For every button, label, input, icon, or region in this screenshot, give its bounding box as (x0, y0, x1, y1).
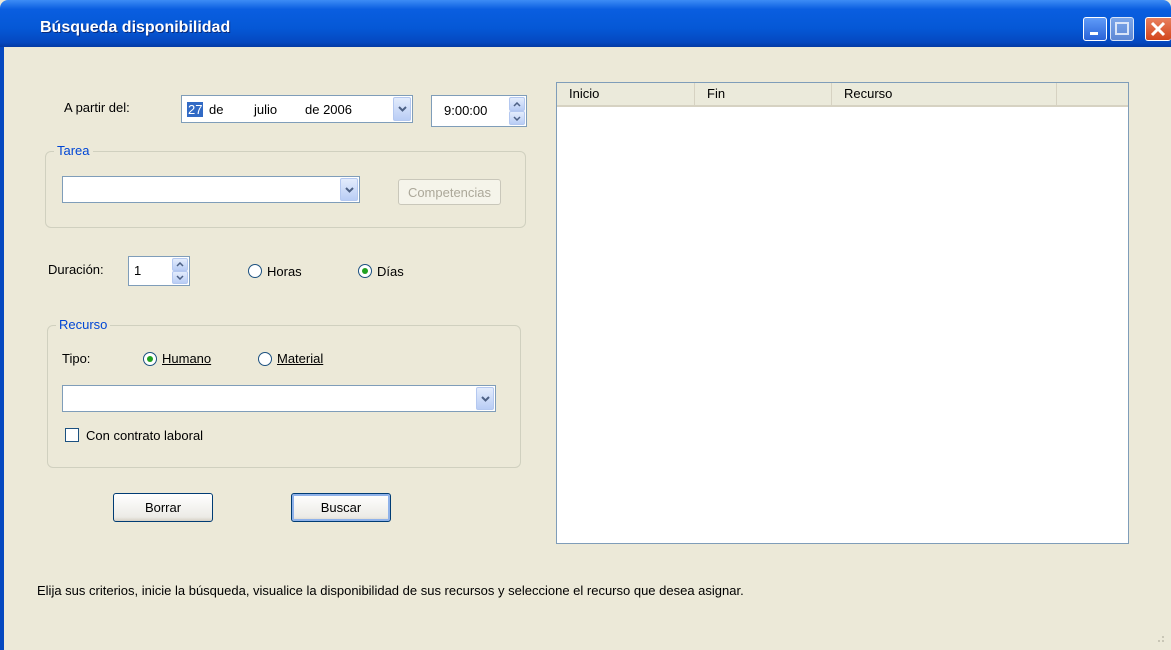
maximize-icon[interactable] (1110, 17, 1134, 41)
chevron-down-icon[interactable] (340, 178, 358, 201)
title-bar[interactable]: Búsqueda disponibilidad (0, 0, 1171, 47)
start-date-label: A partir del: (64, 100, 130, 115)
date-day[interactable]: 27 (187, 102, 204, 117)
competencias-button[interactable]: Competencias (398, 179, 501, 205)
start-time-spinner[interactable]: 9:00:00 (431, 95, 527, 127)
column-header-fin[interactable]: Fin (695, 83, 832, 105)
chevron-down-icon[interactable] (476, 387, 494, 410)
resource-type-label: Tipo: (62, 351, 91, 366)
date-day-suffix: de (209, 102, 224, 117)
close-icon[interactable] (1145, 17, 1171, 41)
window-frame-left (0, 47, 4, 650)
minimize-icon[interactable] (1083, 17, 1107, 41)
chevron-down-icon[interactable] (393, 97, 411, 121)
days-radio[interactable] (358, 264, 372, 278)
material-radio[interactable] (258, 352, 272, 366)
spin-up-icon[interactable] (172, 258, 188, 271)
duration-spinner[interactable]: 1 (128, 256, 190, 286)
spin-down-icon[interactable] (509, 111, 525, 125)
clear-button[interactable]: Borrar (113, 493, 213, 522)
date-month[interactable]: julio (254, 102, 277, 117)
column-header-empty[interactable] (1057, 83, 1128, 105)
days-radio-label[interactable]: Días (377, 264, 404, 279)
hours-radio[interactable] (248, 264, 262, 278)
date-year[interactable]: de 2006 (305, 102, 352, 117)
task-group-title: Tarea (54, 143, 93, 158)
human-radio[interactable] (143, 352, 157, 366)
contract-checkbox-label[interactable]: Con contrato laboral (86, 428, 203, 443)
spin-down-icon[interactable] (172, 271, 188, 284)
column-header-inicio[interactable]: Inicio (557, 83, 695, 105)
column-header-recurso[interactable]: Recurso (832, 83, 1057, 105)
resize-grip-icon[interactable] (1152, 630, 1166, 644)
start-date-picker[interactable]: 27 de julio de 2006 (181, 95, 413, 123)
resource-group-title: Recurso (56, 317, 111, 332)
human-radio-label[interactable]: Humano (162, 351, 211, 366)
resource-group: Recurso Tipo: Humano Material Con contra… (47, 317, 521, 468)
footer-hint: Elija sus criterios, inicie la búsqueda,… (37, 583, 744, 598)
task-group: Tarea Competencias (45, 143, 526, 228)
contract-checkbox[interactable] (65, 428, 79, 442)
task-select[interactable] (62, 176, 360, 203)
resource-select[interactable] (62, 385, 496, 412)
spin-up-icon[interactable] (509, 97, 525, 111)
material-radio-label[interactable]: Material (277, 351, 323, 366)
window-title: Búsqueda disponibilidad (40, 19, 231, 36)
results-list[interactable]: Inicio Fin Recurso (556, 82, 1129, 544)
start-time-value[interactable]: 9:00:00 (444, 103, 487, 118)
duration-label: Duración: (48, 262, 104, 277)
search-button[interactable]: Buscar (291, 493, 391, 522)
hours-radio-label[interactable]: Horas (267, 264, 302, 279)
duration-value[interactable]: 1 (134, 263, 141, 278)
results-header: Inicio Fin Recurso (557, 83, 1128, 107)
